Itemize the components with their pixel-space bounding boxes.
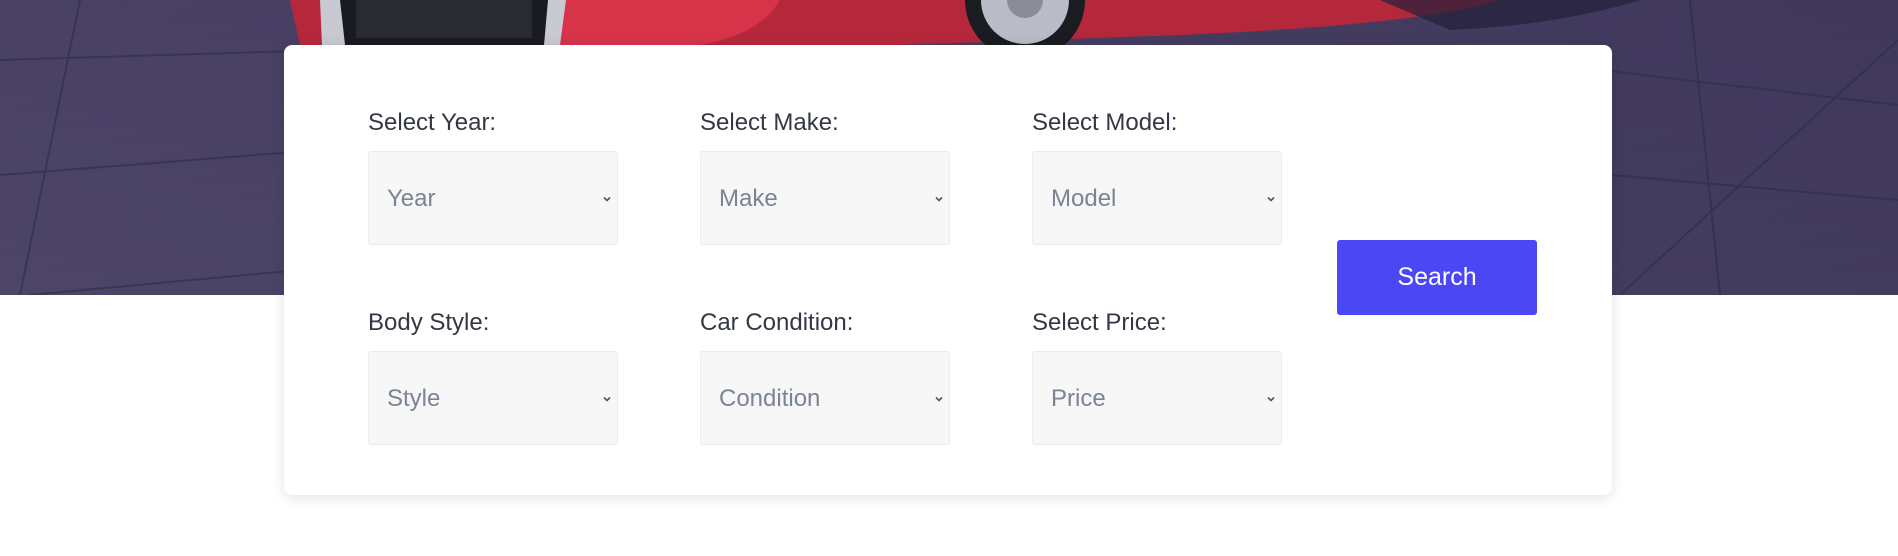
year-select-value: Year: [387, 185, 436, 212]
search-button[interactable]: Search: [1337, 240, 1537, 315]
year-label: Select Year:: [368, 109, 497, 136]
body-style-field: Body Style: Style: [368, 307, 618, 445]
chevron-down-icon: [603, 396, 611, 402]
model-select[interactable]: Model: [1032, 151, 1282, 245]
body-style-select-value: Style: [387, 385, 441, 412]
chevron-down-icon: [1267, 396, 1275, 402]
condition-field: Car Condition: Condition: [700, 307, 950, 445]
condition-select-value: Condition: [719, 385, 821, 412]
year-field: Select Year: Year: [368, 107, 618, 245]
make-label: Select Make:: [700, 109, 839, 136]
price-select[interactable]: Price: [1032, 351, 1282, 445]
model-label: Select Model:: [1032, 109, 1178, 136]
make-select-value: Make: [719, 185, 778, 212]
body-style-label: Body Style:: [368, 309, 490, 336]
model-field: Select Model: Model: [1032, 107, 1282, 245]
price-label: Select Price:: [1032, 309, 1167, 336]
model-select-value: Model: [1051, 185, 1117, 212]
year-select[interactable]: Year: [368, 151, 618, 245]
chevron-down-icon: [603, 196, 611, 202]
make-field: Select Make: Make: [700, 107, 950, 245]
condition-select[interactable]: Condition: [700, 351, 950, 445]
body-style-select[interactable]: Style: [368, 351, 618, 445]
chevron-down-icon: [935, 396, 943, 402]
chevron-down-icon: [935, 196, 943, 202]
price-select-value: Price: [1051, 385, 1106, 412]
make-select[interactable]: Make: [700, 151, 950, 245]
condition-label: Car Condition:: [700, 309, 854, 336]
price-field: Select Price: Price: [1032, 307, 1282, 445]
search-card: Select Year: Year Select Make: Make Sele…: [284, 45, 1612, 495]
chevron-down-icon: [1267, 196, 1275, 202]
